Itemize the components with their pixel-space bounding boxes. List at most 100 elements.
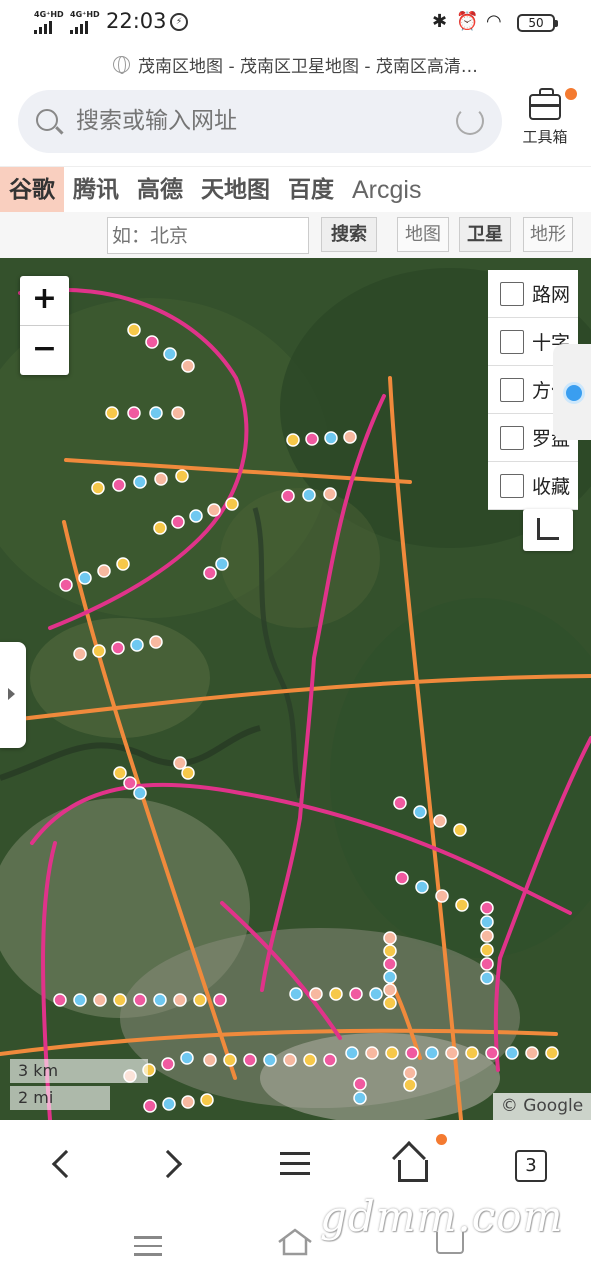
poi-marker[interactable] [415, 880, 429, 894]
poi-marker[interactable] [163, 347, 177, 361]
poi-marker[interactable] [405, 1046, 419, 1060]
poi-marker[interactable] [225, 497, 239, 511]
poi-marker[interactable] [369, 987, 383, 1001]
poi-marker[interactable] [353, 1091, 367, 1105]
poi-marker[interactable] [78, 571, 92, 585]
poi-marker[interactable] [425, 1046, 439, 1060]
poi-marker[interactable] [353, 1077, 367, 1091]
poi-marker[interactable] [525, 1046, 539, 1060]
poi-marker[interactable] [480, 943, 494, 957]
poi-marker[interactable] [505, 1046, 519, 1060]
poi-marker[interactable] [175, 469, 189, 483]
poi-marker[interactable] [345, 1046, 359, 1060]
poi-marker[interactable] [181, 1095, 195, 1109]
poi-marker[interactable] [145, 335, 159, 349]
poi-marker[interactable] [92, 644, 106, 658]
poi-marker[interactable] [433, 814, 447, 828]
poi-marker[interactable] [453, 823, 467, 837]
poi-marker[interactable] [223, 1053, 237, 1067]
poi-marker[interactable] [309, 987, 323, 1001]
poi-marker[interactable] [113, 766, 127, 780]
poi-marker[interactable] [133, 786, 147, 800]
side-expand-tab[interactable] [0, 642, 26, 748]
poi-marker[interactable] [343, 430, 357, 444]
poi-marker[interactable] [485, 1046, 499, 1060]
poi-marker[interactable] [73, 647, 87, 661]
home-button[interactable] [390, 1141, 440, 1188]
terrain-mode-button[interactable]: 地形 [523, 217, 573, 252]
poi-marker[interactable] [383, 970, 397, 984]
poi-marker[interactable] [480, 971, 494, 985]
zoom-in-button[interactable]: + [20, 276, 69, 325]
poi-marker[interactable] [91, 481, 105, 495]
poi-marker[interactable] [171, 515, 185, 529]
tab-tencent[interactable]: 腾讯 [64, 167, 128, 213]
refresh-icon[interactable] [456, 107, 484, 135]
poi-marker[interactable] [480, 929, 494, 943]
poi-marker[interactable] [181, 766, 195, 780]
layer-favorites[interactable]: 收藏 [488, 462, 578, 510]
address-bar[interactable] [18, 90, 502, 153]
poi-marker[interactable] [127, 406, 141, 420]
poi-marker[interactable] [349, 987, 363, 1001]
poi-marker[interactable] [207, 503, 221, 517]
poi-marker[interactable] [383, 996, 397, 1010]
poi-marker[interactable] [181, 359, 195, 373]
poi-marker[interactable] [283, 1053, 297, 1067]
poi-marker[interactable] [302, 488, 316, 502]
poi-marker[interactable] [111, 641, 125, 655]
poi-marker[interactable] [289, 987, 303, 1001]
poi-marker[interactable] [480, 915, 494, 929]
poi-marker[interactable] [383, 983, 397, 997]
place-search-input[interactable] [107, 217, 309, 254]
tab-baidu[interactable]: 百度 [279, 167, 343, 213]
poi-marker[interactable] [173, 756, 187, 770]
checkbox[interactable] [500, 425, 524, 450]
poi-marker[interactable] [154, 472, 168, 486]
address-input[interactable] [76, 104, 456, 138]
poi-marker[interactable] [133, 993, 147, 1007]
checkbox[interactable] [500, 281, 524, 306]
poi-marker[interactable] [113, 993, 127, 1007]
poi-marker[interactable] [130, 638, 144, 652]
poi-marker[interactable] [149, 406, 163, 420]
poi-marker[interactable] [149, 635, 163, 649]
poi-marker[interactable] [215, 557, 229, 571]
poi-marker[interactable] [73, 993, 87, 1007]
layer-roads[interactable]: 路网 [488, 270, 578, 318]
poi-marker[interactable] [445, 1046, 459, 1060]
poi-marker[interactable] [193, 993, 207, 1007]
poi-marker[interactable] [413, 805, 427, 819]
poi-marker[interactable] [403, 1066, 417, 1080]
poi-marker[interactable] [545, 1046, 559, 1060]
poi-marker[interactable] [162, 1097, 176, 1111]
poi-marker[interactable] [383, 957, 397, 971]
poi-marker[interactable] [171, 406, 185, 420]
poi-marker[interactable] [435, 889, 449, 903]
checkbox[interactable] [500, 473, 524, 498]
poi-marker[interactable] [365, 1046, 379, 1060]
poi-marker[interactable] [383, 931, 397, 945]
poi-marker[interactable] [385, 1046, 399, 1060]
poi-marker[interactable] [112, 478, 126, 492]
tabs-button[interactable]: 3 [515, 1150, 547, 1182]
poi-marker[interactable] [93, 993, 107, 1007]
poi-marker[interactable] [59, 578, 73, 592]
poi-marker[interactable] [97, 564, 111, 578]
poi-marker[interactable] [116, 557, 130, 571]
checkbox[interactable] [500, 329, 524, 354]
floating-assistant[interactable] [553, 344, 591, 440]
satellite-map[interactable]: + − 路网 十字 方位 罗盘 收藏 3 km 2 mi © Google [0, 258, 591, 1120]
tab-gaode[interactable]: 高德 [128, 167, 192, 213]
poi-marker[interactable] [173, 993, 187, 1007]
poi-marker[interactable] [243, 1053, 257, 1067]
tab-tianditu[interactable]: 天地图 [192, 167, 279, 213]
poi-marker[interactable] [105, 406, 119, 420]
poi-marker[interactable] [480, 957, 494, 971]
poi-marker[interactable] [123, 776, 137, 790]
poi-marker[interactable] [303, 1053, 317, 1067]
toolbox-button[interactable]: 工具箱 [515, 88, 577, 158]
poi-marker[interactable] [395, 871, 409, 885]
tab-google[interactable]: 谷歌 [0, 166, 64, 213]
measure-button[interactable] [523, 509, 573, 551]
